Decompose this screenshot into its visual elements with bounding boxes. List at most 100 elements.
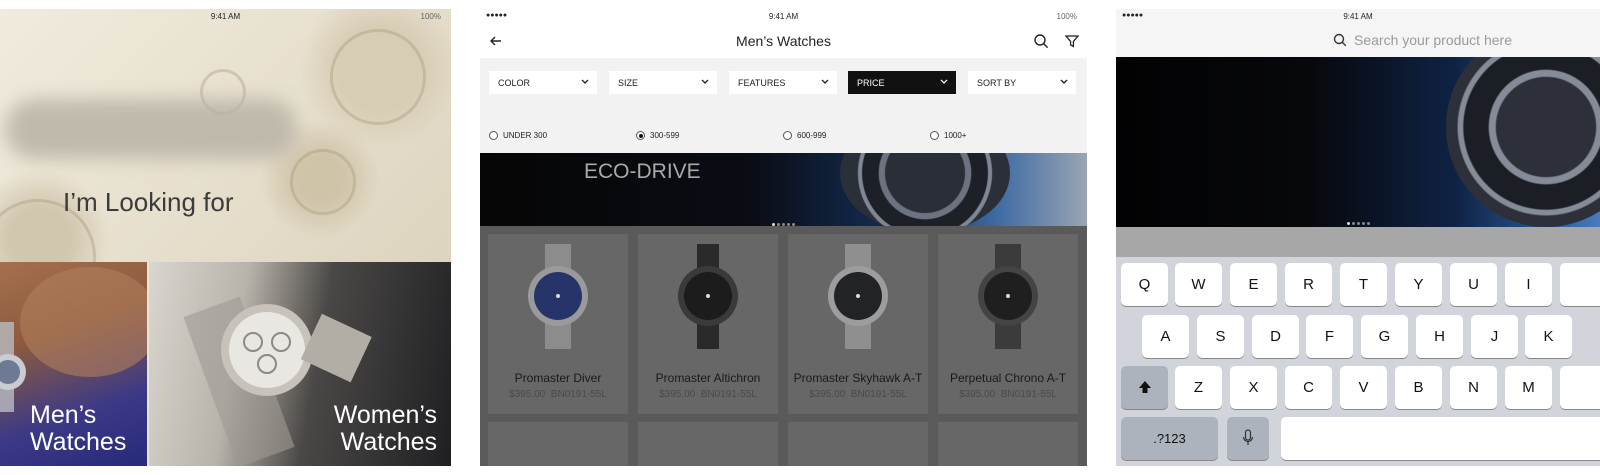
carousel-dots[interactable]: [1116, 212, 1600, 227]
key-r[interactable]: R: [1285, 263, 1332, 306]
product-name: Promaster Skyhawk A-T: [793, 371, 923, 385]
watch-image: [678, 244, 738, 349]
promo-banner[interactable]: ECO-DRIVE: [480, 153, 1087, 226]
price-value: $395.00: [809, 389, 846, 400]
key-t[interactable]: T: [1340, 263, 1387, 306]
screen-product-list: ●●●●● 9:41 AM 100% Men’s Watches COLOR S…: [480, 9, 1087, 466]
key-u[interactable]: U: [1450, 263, 1497, 306]
key-o-partial[interactable]: [1560, 263, 1600, 306]
search-icon[interactable]: [1031, 31, 1051, 51]
key-y[interactable]: Y: [1395, 263, 1442, 306]
key-s[interactable]: S: [1197, 315, 1244, 358]
sku-value: BN0191-55L: [700, 389, 757, 400]
radio-button-selected: [636, 131, 645, 140]
radio-label: 1000+: [944, 131, 967, 140]
filter-dropdown-color[interactable]: COLOR: [489, 71, 597, 94]
filter-label: COLOR: [498, 78, 531, 88]
watch-image: [528, 244, 588, 349]
product-card-partial[interactable]: [788, 422, 928, 466]
shift-arrow-icon: [1138, 381, 1151, 393]
status-bar: ●●●●● 9:41 AM: [1116, 9, 1600, 23]
product-price: $395.00 BN0191-55L: [488, 389, 628, 400]
womens-watches-label: Women’s Watches: [334, 402, 437, 456]
filter-dropdown-sort-by[interactable]: SORT BY: [968, 71, 1076, 94]
filter-dropdown-size[interactable]: SIZE: [609, 71, 717, 94]
shift-key[interactable]: [1121, 366, 1168, 409]
carousel-dot: [1366, 222, 1370, 225]
microphone-key[interactable]: [1227, 417, 1269, 460]
key-w[interactable]: W: [1175, 263, 1222, 306]
status-time: 9:41 AM: [768, 12, 799, 21]
status-time: 9:41 AM: [210, 12, 241, 21]
product-card[interactable]: Promaster Skyhawk A-T $395.00 BN0191-55L: [788, 234, 928, 414]
category-label-line1: Women’s: [333, 401, 437, 429]
search-icon: [1333, 33, 1347, 47]
space-key[interactable]: [1281, 417, 1600, 460]
key-punct-partial[interactable]: [1560, 366, 1600, 409]
price-option-300-599[interactable]: 300-599: [636, 131, 679, 140]
banner-text: ECO-DRIVE: [584, 160, 701, 183]
key-h[interactable]: H: [1416, 315, 1463, 358]
product-card-partial[interactable]: [638, 422, 778, 466]
key-m[interactable]: M: [1505, 366, 1552, 409]
nav-header: Men’s Watches: [480, 23, 1087, 58]
numbers-key[interactable]: .?123: [1121, 417, 1218, 460]
product-card[interactable]: Promaster Diver $395.00 BN0191-55L: [488, 234, 628, 414]
price-value: $395.00: [959, 389, 996, 400]
key-a[interactable]: A: [1142, 315, 1189, 358]
price-option-under-300[interactable]: UNDER 300: [489, 131, 547, 140]
key-e[interactable]: E: [1230, 263, 1277, 306]
carousel-dots[interactable]: [480, 213, 1087, 226]
onscreen-keyboard: Q W E R T Y U I A S D F G H J K Z X C V …: [1116, 257, 1600, 466]
search-input[interactable]: [1354, 31, 1584, 49]
mens-watches-label: Men’s Watches: [30, 402, 126, 456]
category-label-line2: Watches: [30, 428, 127, 456]
product-card[interactable]: Promaster Altichron $395.00 BN0191-55L: [638, 234, 778, 414]
filter-icon[interactable]: [1062, 31, 1082, 51]
key-f[interactable]: F: [1306, 315, 1353, 358]
page-title: I’m Looking for: [63, 187, 234, 217]
key-x[interactable]: X: [1230, 366, 1277, 409]
radio-button: [489, 131, 498, 140]
key-n[interactable]: N: [1450, 366, 1497, 409]
product-name: Promaster Diver: [514, 371, 602, 385]
carousel-dot: [1356, 222, 1360, 225]
radio-label: 300-599: [650, 131, 680, 140]
product-card-partial[interactable]: [938, 422, 1078, 466]
filter-label: PRICE: [857, 78, 885, 88]
price-option-1000-plus[interactable]: 1000+: [930, 131, 966, 140]
watch-image: [828, 244, 888, 349]
key-d[interactable]: D: [1252, 315, 1299, 358]
category-label-line2: Watches: [340, 428, 437, 456]
price-option-600-999[interactable]: 600-999: [783, 131, 826, 140]
filter-dropdown-features[interactable]: FEATURES: [729, 71, 837, 94]
chevron-down-icon: [701, 79, 709, 84]
carousel-dot: [1346, 222, 1350, 225]
key-j[interactable]: J: [1471, 315, 1518, 358]
blurred-logo: [5, 99, 297, 159]
product-card-partial[interactable]: [488, 422, 628, 466]
product-card[interactable]: Perpetual Chrono A-T $395.00 BN0191-55L: [938, 234, 1078, 414]
key-b[interactable]: B: [1395, 366, 1442, 409]
gear-decoration: [290, 149, 356, 215]
mens-watches-tile[interactable]: Men’s Watches: [0, 262, 147, 466]
key-k[interactable]: K: [1525, 315, 1572, 358]
screen-search: ●●●●● 9:41 AM Q W E R T Y U I A S D F G …: [1116, 9, 1600, 466]
price-value: $395.00: [659, 389, 696, 400]
key-q[interactable]: Q: [1121, 263, 1168, 306]
product-name: Promaster Altichron: [655, 371, 761, 385]
promo-banner[interactable]: [1116, 57, 1600, 227]
key-z[interactable]: Z: [1175, 366, 1222, 409]
status-battery: 100%: [1056, 12, 1077, 21]
womens-watches-tile[interactable]: Women’s Watches: [149, 262, 451, 466]
key-v[interactable]: V: [1340, 366, 1387, 409]
filter-dropdown-price[interactable]: PRICE: [848, 71, 956, 94]
radio-label: UNDER 300: [503, 131, 548, 140]
product-price: $395.00 BN0191-55L: [638, 389, 778, 400]
radio-label: 600-999: [797, 131, 827, 140]
key-g[interactable]: G: [1361, 315, 1408, 358]
product-name: Perpetual Chrono A-T: [949, 371, 1067, 385]
key-i[interactable]: I: [1505, 263, 1552, 306]
product-grid: Promaster Diver $395.00 BN0191-55L Proma…: [480, 226, 1087, 466]
key-c[interactable]: C: [1285, 366, 1332, 409]
